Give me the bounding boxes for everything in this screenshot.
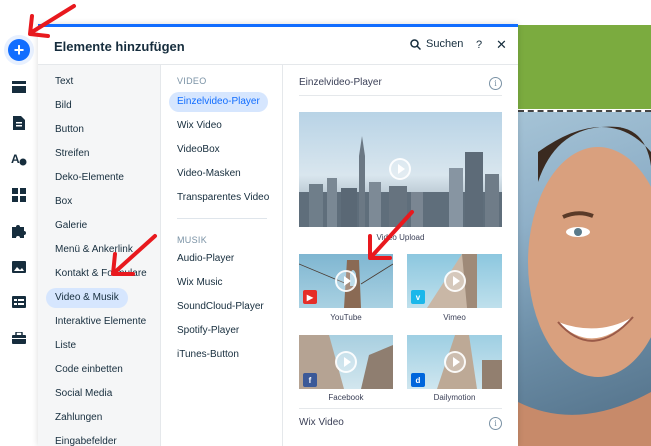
play-icon xyxy=(444,351,466,373)
wix-video-section-title: Wix Video xyxy=(299,417,344,428)
sub-soundcloud-player[interactable]: SoundCloud-Player xyxy=(169,297,272,317)
sub-audio-player[interactable]: Audio-Player xyxy=(169,249,242,269)
vimeo-icon: v xyxy=(411,290,425,304)
media-button[interactable] xyxy=(0,252,38,282)
dailymotion-tile[interactable]: d xyxy=(407,335,502,389)
info-icon[interactable]: i xyxy=(489,417,502,430)
youtube-label: YouTube xyxy=(330,313,362,322)
apps-button[interactable] xyxy=(0,180,38,210)
sub-videobox[interactable]: VideoBox xyxy=(169,140,228,160)
help-button[interactable]: ? xyxy=(476,39,482,51)
youtube-icon: ▶ xyxy=(303,290,317,304)
category-gallery[interactable]: Galerie xyxy=(46,216,96,236)
category-interactive[interactable]: Interaktive Elemente xyxy=(46,312,155,332)
music-section-title: MUSIK xyxy=(177,235,208,245)
category-decorative[interactable]: Deko-Elemente xyxy=(46,168,133,188)
table-icon xyxy=(12,296,26,308)
vimeo-label: Vimeo xyxy=(443,313,466,322)
sub-wix-video[interactable]: Wix Video xyxy=(169,116,230,136)
panel-header: Elemente hinzufügen Suchen ? ✕ xyxy=(38,27,518,65)
search-button[interactable]: Suchen xyxy=(410,38,463,50)
sections-button[interactable] xyxy=(0,72,38,102)
section-separator xyxy=(177,218,267,219)
left-toolbar: + A xyxy=(0,0,38,446)
market-button[interactable] xyxy=(0,216,38,246)
business-button[interactable] xyxy=(0,323,38,353)
category-box[interactable]: Box xyxy=(46,192,81,212)
info-icon[interactable]: i xyxy=(489,77,502,90)
sub-transparent-video[interactable]: Transparentes Video xyxy=(169,188,277,208)
sub-spotify-player[interactable]: Spotify-Player xyxy=(169,321,247,341)
video-section-title: VIDEO xyxy=(177,76,207,86)
preview-divider xyxy=(299,408,502,409)
cms-button[interactable] xyxy=(0,287,38,317)
site-photo[interactable] xyxy=(518,112,651,446)
sub-itunes-button[interactable]: iTunes-Button xyxy=(169,345,247,365)
search-label: Suchen xyxy=(426,38,464,50)
svg-text:A: A xyxy=(11,152,20,166)
dailymotion-label: Dailymotion xyxy=(433,393,476,402)
theme-icon: A xyxy=(11,152,27,166)
facebook-tile[interactable]: f xyxy=(299,335,393,389)
category-payments[interactable]: Zahlungen xyxy=(46,408,111,428)
page-icon xyxy=(13,116,25,130)
vimeo-tile[interactable]: v xyxy=(407,254,502,308)
menu-icon xyxy=(12,81,26,93)
category-input[interactable]: Eingabefelder xyxy=(46,432,126,446)
play-icon xyxy=(335,351,357,373)
annotation-arrow xyxy=(28,4,76,38)
play-icon xyxy=(335,270,357,292)
media-icon xyxy=(12,261,26,273)
close-button[interactable]: ✕ xyxy=(496,37,507,53)
search-icon xyxy=(410,38,421,50)
category-strip[interactable]: Streifen xyxy=(46,144,98,164)
preview-section-title: Einzelvideo-Player xyxy=(299,77,382,88)
category-embed-code[interactable]: Code einbetten xyxy=(46,360,132,380)
preview-divider xyxy=(299,95,502,96)
apps-icon xyxy=(12,188,26,202)
play-icon xyxy=(389,158,411,180)
subcategory-list: VIDEO Einzelvideo-Player Wix Video Video… xyxy=(161,65,283,446)
puzzle-icon xyxy=(12,225,26,238)
dailymotion-icon: d xyxy=(411,373,425,387)
annotation-arrow xyxy=(368,210,414,260)
site-header-strip xyxy=(518,25,651,109)
annotation-arrow xyxy=(111,234,157,276)
facebook-icon: f xyxy=(303,373,317,387)
theme-button[interactable]: A xyxy=(0,144,38,174)
sub-video-masks[interactable]: Video-Masken xyxy=(169,164,249,184)
category-image[interactable]: Bild xyxy=(46,96,81,116)
category-button[interactable]: Button xyxy=(46,120,93,140)
category-video-music[interactable]: Video & Musik xyxy=(46,288,128,308)
play-icon xyxy=(444,270,466,292)
category-social[interactable]: Social Media xyxy=(46,384,121,404)
briefcase-icon xyxy=(12,332,26,344)
category-list[interactable]: Liste xyxy=(46,336,85,356)
editor-screen: + A Elemente hinzufügen Suchen ? ✕ Text … xyxy=(0,0,651,446)
pages-button[interactable] xyxy=(0,108,38,138)
facebook-label: Facebook xyxy=(328,393,364,402)
sub-single-video-player[interactable]: Einzelvideo-Player xyxy=(169,92,268,112)
sub-wix-music[interactable]: Wix Music xyxy=(169,273,231,293)
category-text[interactable]: Text xyxy=(46,72,82,92)
